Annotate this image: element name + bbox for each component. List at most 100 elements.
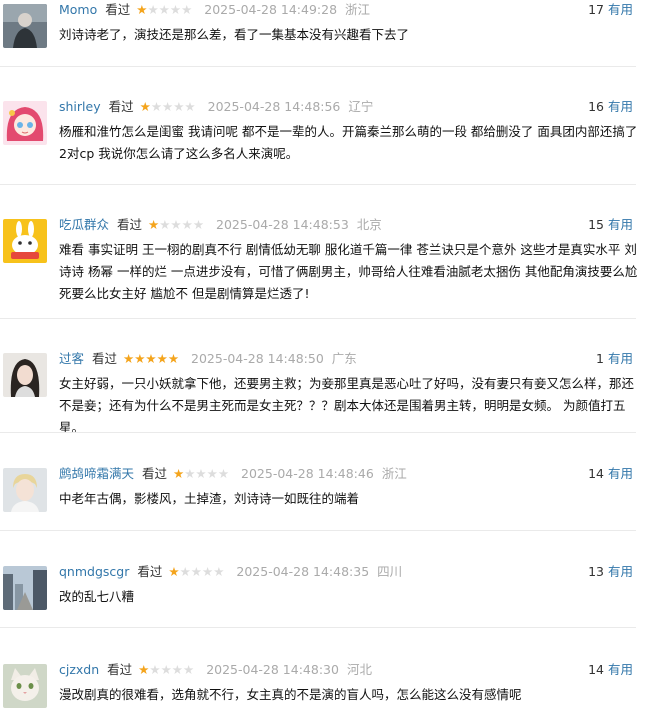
avatar[interactable] [3, 468, 47, 512]
comment-location: 浙江 [345, 2, 371, 17]
username-link[interactable]: 过客 [59, 351, 84, 366]
dark-portrait-icon [3, 4, 47, 48]
comment-time: 2025-04-28 14:48:53 [216, 217, 349, 232]
star-icon: ★ [173, 466, 185, 481]
username-link[interactable]: shirley [59, 99, 101, 114]
star-icon: ★ [168, 564, 180, 579]
watched-label: 看过 [105, 2, 131, 17]
comment-time: 2025-04-28 14:48:56 [207, 99, 341, 114]
useful-vote[interactable]: 13 有用 [588, 562, 633, 582]
girl-portrait-icon [3, 353, 47, 397]
useful-button[interactable]: 有用 [608, 217, 633, 232]
divider [0, 432, 636, 433]
avatar[interactable] [3, 353, 47, 397]
star-icon: ★★★★★ [123, 351, 180, 366]
star-empty-icon: ★★★★ [184, 466, 230, 481]
watched-label: 看过 [117, 217, 143, 232]
comment-location: 广东 [331, 351, 357, 366]
useful-vote[interactable]: 17 有用 [588, 0, 633, 20]
rating-stars: ★★★★★ [136, 2, 192, 17]
anime-girl-icon [3, 101, 47, 145]
comment-meta: 吃瓜群众 看过 ★★★★★ 2025-04-28 14:48:53 北京 [59, 215, 382, 235]
comment-text: 难看 事实证明 王一栩的剧真不行 剧情低幼无聊 服化道千篇一律 苍兰诀只是个意外… [59, 242, 638, 301]
username-link[interactable]: 吃瓜群众 [59, 217, 109, 232]
star-icon: ★ [138, 662, 150, 677]
comment-text: 女主好弱，一只小妖就拿下他，还要男主救；为妾那里真是恶心吐了好吗，没有妻只有妾又… [59, 376, 635, 435]
vote-count: 14 [588, 466, 604, 481]
avatar[interactable] [3, 566, 47, 610]
comment-time: 2025-04-28 14:48:50 [191, 351, 324, 366]
useful-button[interactable]: 有用 [608, 466, 633, 481]
watched-label: 看过 [92, 351, 118, 366]
comment-time: 2025-04-28 14:48:46 [241, 466, 374, 481]
star-empty-icon: ★★★★ [147, 2, 193, 17]
comment-location: 四川 [377, 564, 403, 579]
username-link[interactable]: cjzxdn [59, 662, 99, 677]
comment-text: 改的乱七八糟 [59, 589, 135, 604]
divider [0, 66, 636, 67]
watched-label: 看过 [107, 662, 133, 677]
watched-label: 看过 [137, 564, 163, 579]
comment-time: 2025-04-28 14:49:28 [204, 2, 338, 17]
comment-meta: 鹧鸪啼霜满天 看过 ★★★★★ 2025-04-28 14:48:46 浙江 [59, 464, 407, 484]
useful-vote[interactable]: 15 有用 [588, 215, 633, 235]
comment-meta: 过客 看过 ★★★★★ 2025-04-28 14:48:50 广东 [59, 349, 357, 369]
rating-stars: ★★★★★ [140, 99, 196, 114]
star-icon: ★ [148, 217, 160, 232]
bunny-sticker-icon [3, 219, 47, 263]
username-link[interactable]: 鹧鸪啼霜满天 [59, 466, 134, 481]
vote-count: 1 [596, 351, 604, 366]
useful-button[interactable]: 有用 [608, 351, 633, 366]
vote-count: 13 [588, 564, 604, 579]
useful-vote[interactable]: 1 有用 [596, 349, 633, 369]
watched-label: 看过 [108, 99, 134, 114]
divider [0, 627, 636, 628]
comment-text: 刘诗诗老了，演技还是那么差，看了一集基本没有兴趣看下去了 [59, 27, 410, 42]
comment-meta: Momo 看过 ★★★★★ 2025-04-28 14:49:28 浙江 [59, 0, 370, 20]
username-link[interactable]: Momo [59, 2, 97, 17]
divider [0, 530, 636, 531]
star-empty-icon: ★★★★ [159, 217, 205, 232]
rating-stars: ★★★★★ [123, 351, 179, 366]
useful-vote[interactable]: 16 有用 [588, 97, 633, 117]
vote-count: 17 [588, 2, 604, 17]
comment-location: 辽宁 [348, 99, 374, 114]
comment-text: 漫改剧真的很难看，选角就不行，女主真的不是演的盲人吗，怎么能这么没有感情呢 [59, 687, 522, 702]
divider [0, 318, 636, 319]
comment-location: 浙江 [381, 466, 407, 481]
avatar[interactable] [3, 219, 47, 263]
useful-vote[interactable]: 14 有用 [588, 464, 633, 484]
cat-photo-icon [3, 664, 47, 708]
comment-time: 2025-04-28 14:48:35 [236, 564, 370, 579]
rating-stars: ★★★★★ [168, 564, 224, 579]
divider [0, 184, 636, 185]
useful-button[interactable]: 有用 [608, 99, 633, 114]
city-street-icon [3, 566, 47, 610]
comment-meta: shirley 看过 ★★★★★ 2025-04-28 14:48:56 辽宁 [59, 97, 373, 117]
avatar[interactable] [3, 101, 47, 145]
comment-text: 杨雁和淮竹怎么是闺蜜 我请问呢 都不是一辈的人。开篇秦兰那么萌的一段 都给删没了… [59, 124, 638, 161]
vote-count: 14 [588, 662, 604, 677]
username-link[interactable]: qnmdgscgr [59, 564, 129, 579]
star-empty-icon: ★★★★ [150, 99, 196, 114]
rating-stars: ★★★★★ [173, 466, 229, 481]
useful-button[interactable]: 有用 [608, 662, 633, 677]
useful-button[interactable]: 有用 [608, 564, 633, 579]
avatar[interactable] [3, 664, 47, 708]
vote-count: 15 [588, 217, 604, 232]
comment-location: 北京 [356, 217, 382, 232]
blond-man-icon [3, 468, 47, 512]
star-empty-icon: ★★★★ [149, 662, 195, 677]
comment-location: 河北 [346, 662, 372, 677]
vote-count: 16 [588, 99, 604, 114]
useful-button[interactable]: 有用 [608, 2, 633, 17]
comment-meta: cjzxdn 看过 ★★★★★ 2025-04-28 14:48:30 河北 [59, 660, 372, 680]
useful-vote[interactable]: 14 有用 [588, 660, 633, 680]
watched-label: 看过 [142, 466, 168, 481]
star-empty-icon: ★★★★ [179, 564, 225, 579]
star-icon: ★ [136, 2, 148, 17]
rating-stars: ★★★★★ [138, 662, 194, 677]
avatar[interactable] [3, 4, 47, 48]
comment-text: 中老年古偶，影楼风，土掉渣，刘诗诗一如既往的端着 [59, 491, 360, 506]
comment-meta: qnmdgscgr 看过 ★★★★★ 2025-04-28 14:48:35 四… [59, 562, 402, 582]
